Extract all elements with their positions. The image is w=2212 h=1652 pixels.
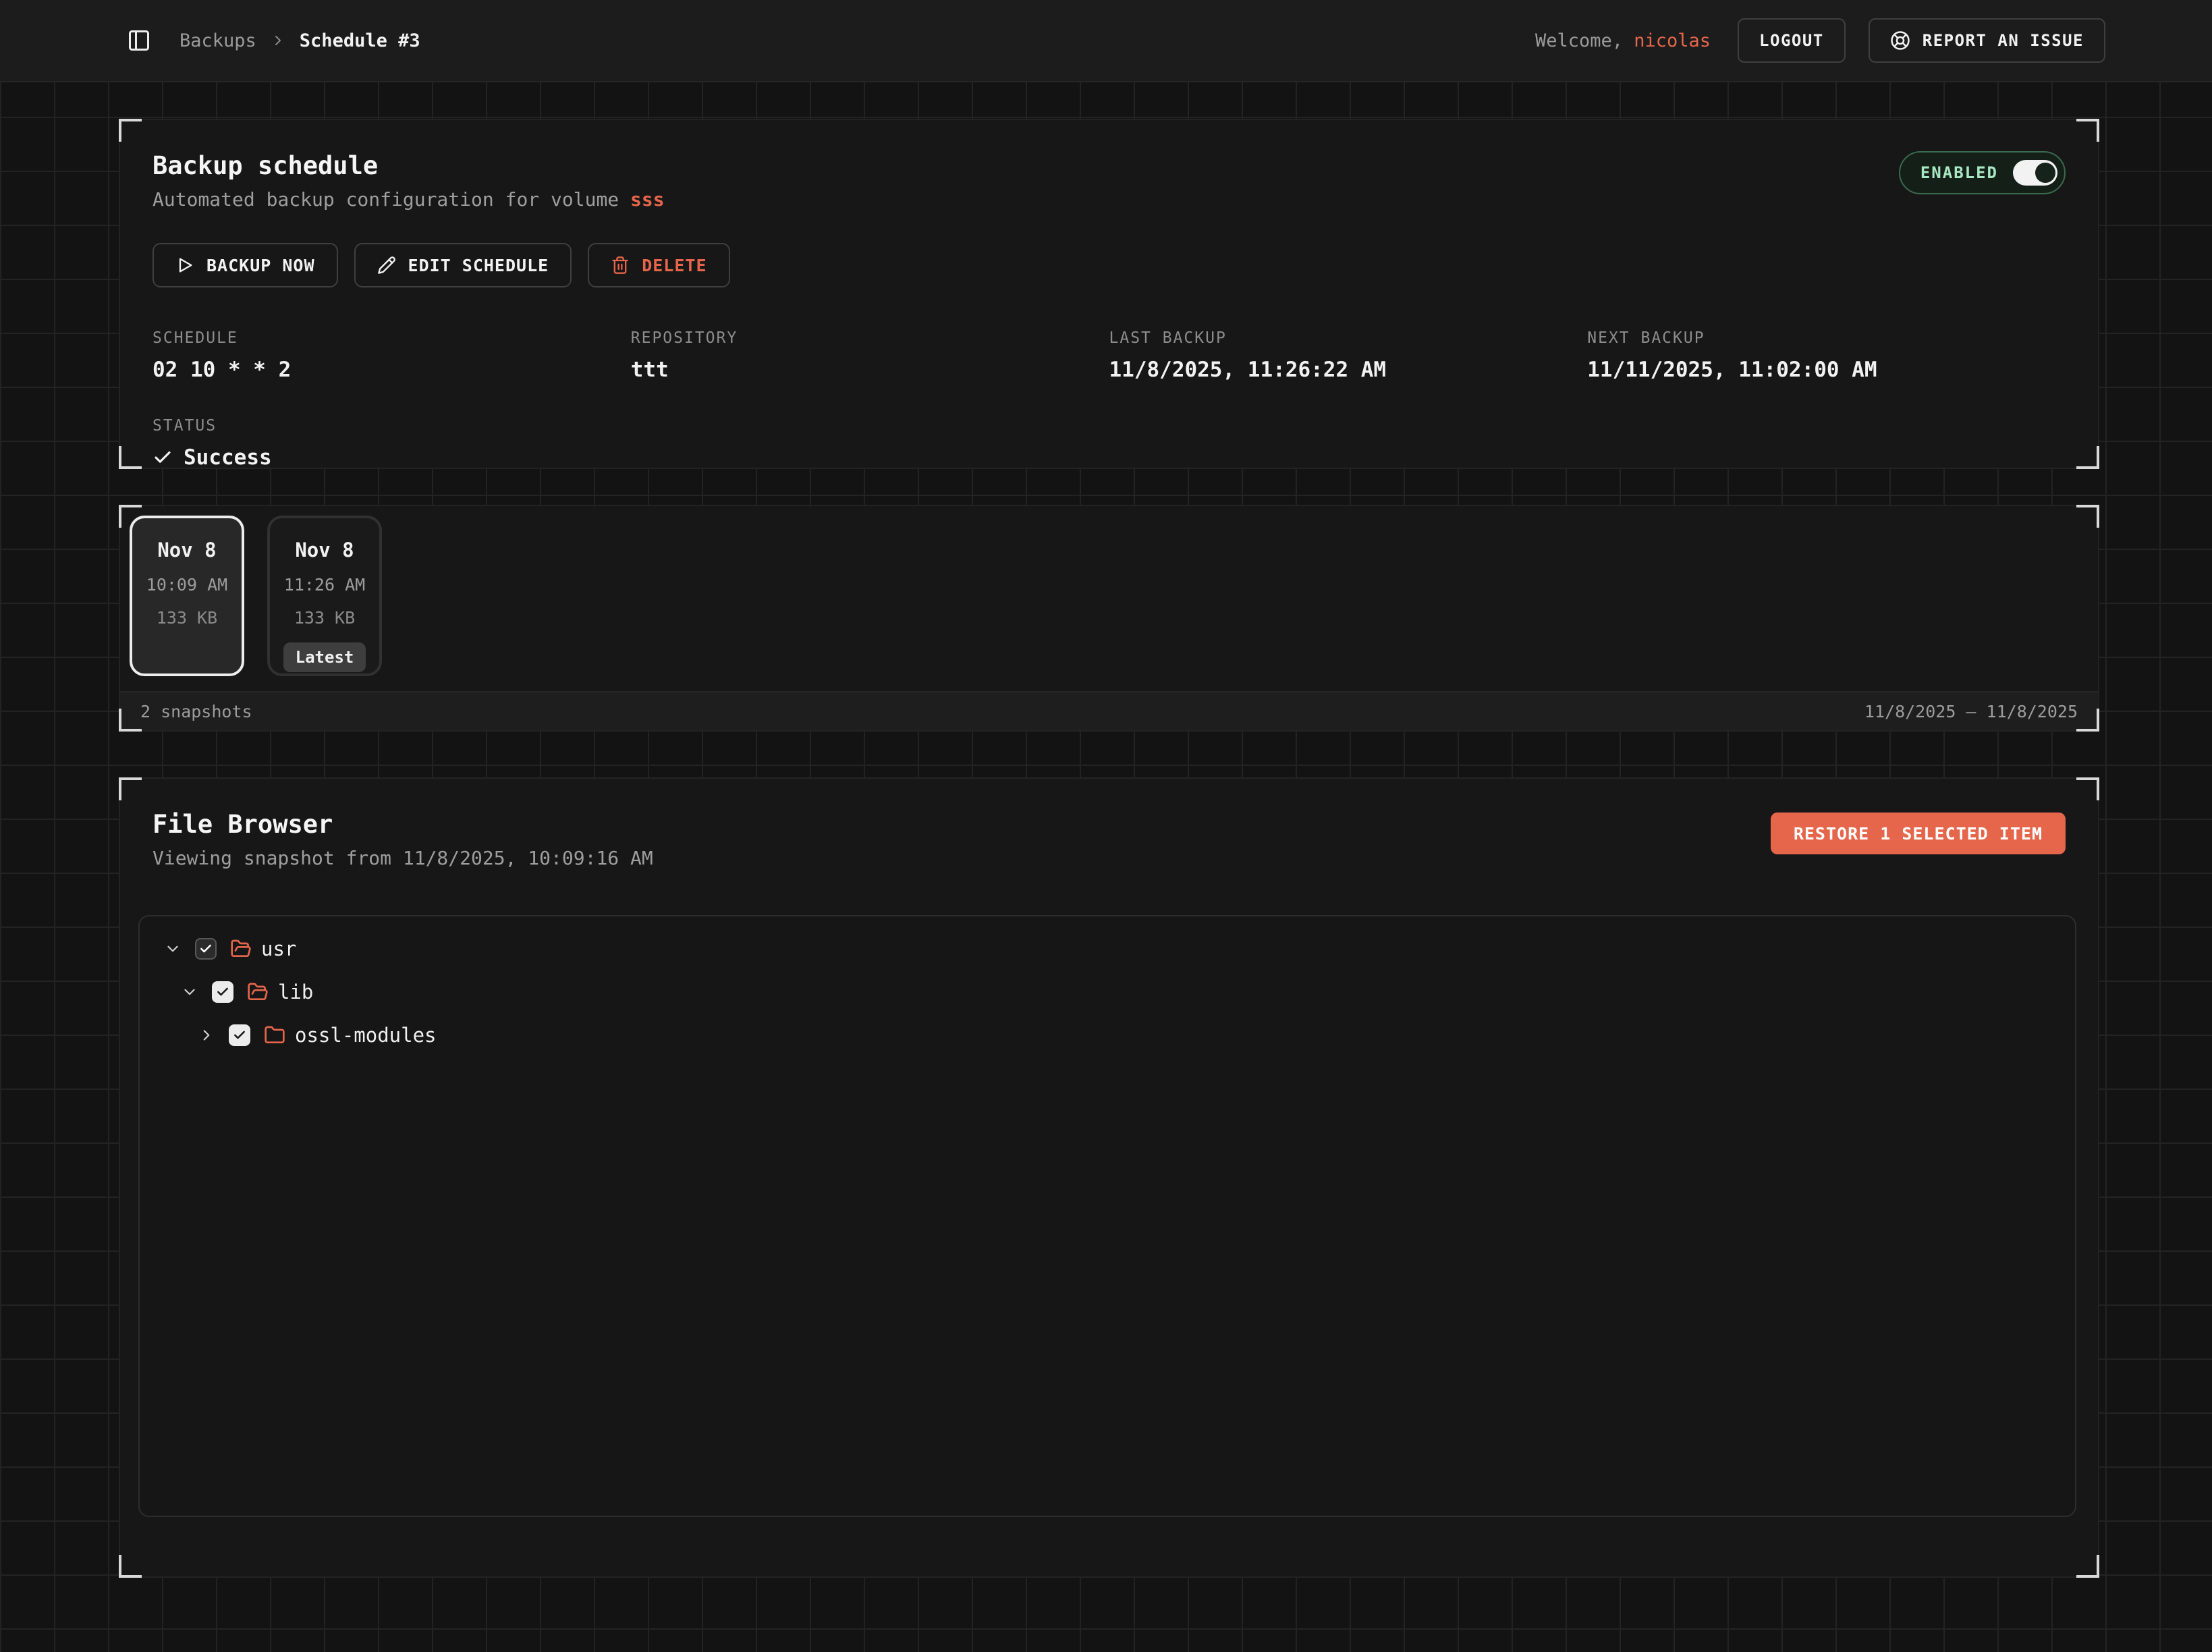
edit-schedule-button[interactable]: EDIT SCHEDULE — [354, 243, 572, 287]
field-value: 11/8/2025, 11:26:22 AM — [1109, 358, 1588, 382]
breadcrumb-backups-link[interactable]: Backups — [179, 30, 256, 51]
trash-icon — [611, 256, 630, 275]
snapshot-size: 133 KB — [157, 608, 217, 628]
file-browser-subtitle: Viewing snapshot from 11/8/2025, 10:09:1… — [153, 847, 653, 869]
sidebar-toggle-button[interactable] — [127, 28, 151, 53]
snapshot-card-selected[interactable]: Nov 8 10:09 AM 133 KB — [130, 516, 244, 676]
field-value: 02 10 * * 2 — [153, 358, 631, 382]
corner-bracket — [2076, 1555, 2099, 1578]
delete-button[interactable]: DELETE — [588, 243, 729, 287]
corner-bracket — [119, 505, 142, 528]
corner-bracket — [119, 709, 142, 732]
snapshots-footer: 2 snapshots 11/8/2025 – 11/8/2025 — [120, 691, 2098, 730]
field-next-backup: NEXT BACKUP 11/11/2025, 11:02:00 AM — [1587, 329, 2066, 382]
corner-bracket — [119, 446, 142, 469]
logout-button[interactable]: LOGOUT — [1738, 18, 1846, 63]
breadcrumb-current: Schedule #3 — [300, 30, 420, 51]
field-label: NEXT BACKUP — [1587, 329, 2066, 347]
schedule-title: Backup schedule — [153, 151, 665, 180]
backup-now-button[interactable]: BACKUP NOW — [153, 243, 338, 287]
corner-bracket — [119, 1555, 142, 1578]
tree-row-ossl-modules[interactable]: ossl-modules — [140, 1014, 2075, 1057]
field-label: SCHEDULE — [153, 329, 631, 347]
tree-label[interactable]: lib — [278, 981, 313, 1003]
enabled-label: ENABLED — [1920, 163, 1998, 182]
chevron-down-icon[interactable] — [181, 983, 198, 1001]
checkbox-lib[interactable] — [212, 981, 233, 1003]
snapshots-timeline: Nov 8 10:09 AM 133 KB Nov 8 11:26 AM 133… — [119, 505, 2099, 732]
snapshot-time: 10:09 AM — [146, 575, 227, 595]
snapshot-card[interactable]: Nov 8 11:26 AM 133 KB Latest — [267, 516, 382, 676]
checkbox-ossl-modules[interactable] — [229, 1024, 250, 1046]
tree-row-usr[interactable]: usr — [140, 927, 2075, 970]
field-repository: REPOSITORY ttt — [631, 329, 1109, 382]
snapshot-size: 133 KB — [294, 608, 355, 628]
subtitle-prefix: Automated backup configuration for volum… — [153, 188, 630, 211]
file-browser-title: File Browser — [153, 810, 653, 839]
field-value: 11/11/2025, 11:02:00 AM — [1587, 358, 2066, 382]
backup-now-label: BACKUP NOW — [206, 256, 315, 275]
backup-schedule-card: Backup schedule Automated backup configu… — [119, 119, 2099, 469]
corner-bracket — [2076, 119, 2099, 142]
field-schedule: SCHEDULE 02 10 * * 2 — [153, 329, 631, 382]
snapshot-count: 2 snapshots — [140, 702, 252, 721]
chevron-right-icon[interactable] — [198, 1026, 215, 1044]
corner-bracket — [2076, 709, 2099, 732]
panel-left-icon — [127, 28, 151, 53]
tree-row-lib[interactable]: lib — [140, 970, 2075, 1014]
corner-bracket — [2076, 505, 2099, 528]
pencil-icon — [377, 256, 396, 275]
latest-badge: Latest — [283, 642, 366, 672]
corner-bracket — [119, 777, 142, 800]
play-icon — [175, 256, 194, 275]
folder-open-icon — [230, 938, 252, 960]
field-label: STATUS — [153, 417, 631, 435]
field-label: LAST BACKUP — [1109, 329, 1588, 347]
field-last-backup: LAST BACKUP 11/8/2025, 11:26:22 AM — [1109, 329, 1588, 382]
report-issue-button[interactable]: REPORT AN ISSUE — [1869, 18, 2105, 63]
lifebuoy-icon — [1890, 30, 1910, 51]
file-tree: usr lib ossl-modules — [138, 915, 2076, 1517]
edit-schedule-label: EDIT SCHEDULE — [408, 256, 549, 275]
username: nicolas — [1634, 30, 1711, 51]
checkbox-usr[interactable] — [195, 938, 217, 960]
schedule-subtitle: Automated backup configuration for volum… — [153, 188, 665, 211]
field-status: STATUS Success — [153, 417, 631, 470]
toggle-switch[interactable] — [2013, 160, 2057, 186]
folder-open-icon — [247, 981, 269, 1003]
field-value: ttt — [631, 358, 1109, 382]
restore-button[interactable]: RESTORE 1 SELECTED ITEM — [1771, 813, 2066, 854]
snapshot-date: Nov 8 — [157, 539, 216, 561]
toggle-knob — [2035, 163, 2055, 183]
report-issue-label: REPORT AN ISSUE — [1923, 31, 2084, 50]
folder-icon — [264, 1024, 285, 1046]
breadcrumb: Backups Schedule #3 — [179, 30, 420, 51]
snapshot-time: 11:26 AM — [284, 575, 365, 595]
check-icon — [153, 447, 173, 468]
welcome-prefix: Welcome, — [1535, 30, 1623, 51]
chevron-down-icon[interactable] — [164, 940, 182, 958]
tree-label[interactable]: ossl-modules — [295, 1024, 437, 1047]
corner-bracket — [119, 119, 142, 142]
enabled-toggle[interactable]: ENABLED — [1899, 151, 2066, 194]
delete-label: DELETE — [642, 256, 707, 275]
welcome-text: Welcome, nicolas — [1535, 30, 1711, 51]
file-browser-card: File Browser Viewing snapshot from 11/8/… — [119, 777, 2099, 1578]
snapshot-date: Nov 8 — [295, 539, 354, 561]
corner-bracket — [2076, 446, 2099, 469]
volume-name: sss — [630, 188, 665, 211]
field-label: REPOSITORY — [631, 329, 1109, 347]
top-bar: Backups Schedule #3 Welcome, nicolas LOG… — [0, 0, 2212, 82]
corner-bracket — [2076, 777, 2099, 800]
snapshot-date-range: 11/8/2025 – 11/8/2025 — [1864, 702, 2078, 721]
tree-label[interactable]: usr — [261, 937, 296, 960]
status-badge: Success — [184, 445, 272, 470]
chevron-right-icon — [270, 32, 286, 49]
